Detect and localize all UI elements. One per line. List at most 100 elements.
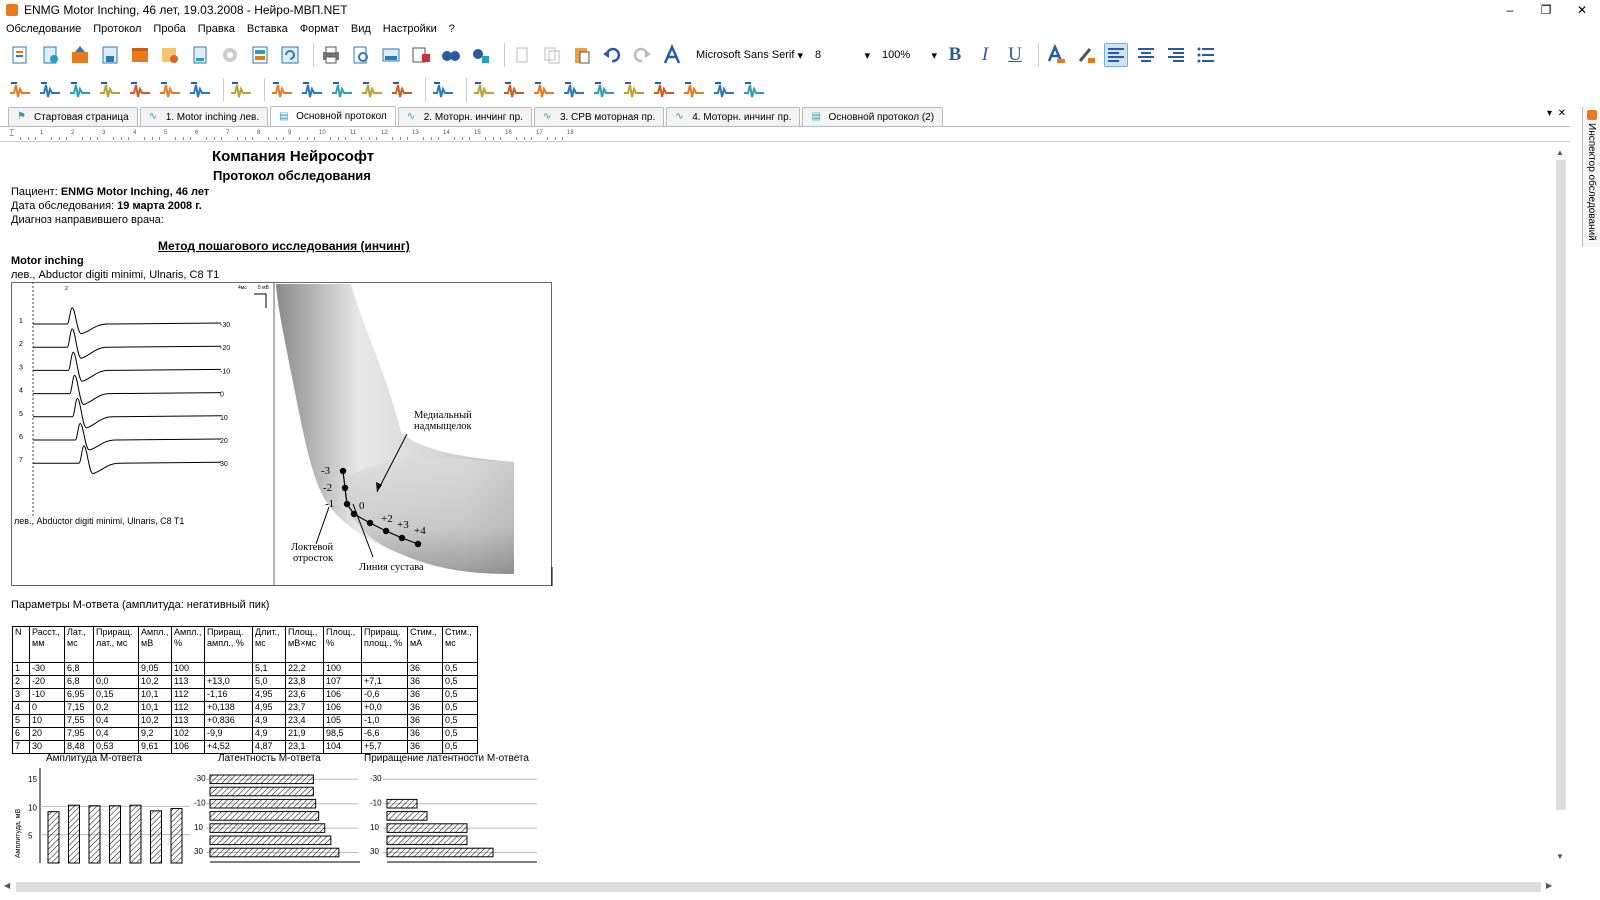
tab-ncv-motor-right[interactable]: ∿ 3. СРВ моторная пр.: [533, 107, 665, 126]
menu-format[interactable]: Формат: [294, 23, 345, 35]
scale-amp-label: 5 мВ: [258, 285, 270, 291]
archive-icon[interactable]: [128, 43, 152, 67]
m-wave-icon[interactable]: [8, 78, 32, 102]
mua-icon[interactable]: [682, 78, 706, 102]
s-response-icon[interactable]: [188, 78, 212, 102]
export-icon[interactable]: [158, 43, 182, 67]
tab-motor-inching-right[interactable]: ∿ 2. Моторн. инчинг пр.: [397, 107, 532, 126]
print-icon[interactable]: [319, 43, 343, 67]
replace-icon[interactable]: [469, 43, 493, 67]
tremor-icon[interactable]: [712, 78, 736, 102]
table-header-cell: Длит., мс: [252, 626, 286, 663]
tab-close-icon[interactable]: ✕: [1558, 108, 1566, 119]
vertical-scrollbar[interactable]: ▲ ▼: [1554, 148, 1568, 878]
wave-icon: ∿: [406, 111, 416, 122]
open-exam-icon[interactable]: [38, 43, 62, 67]
fast-forward-icon[interactable]: [742, 78, 766, 102]
inspector-panel[interactable]: Инспектор обследований: [1582, 107, 1600, 247]
menu-settings[interactable]: Настройки: [377, 23, 443, 35]
tab-motor-inching-left[interactable]: ∿ 1. Motor inching лев.: [139, 107, 269, 126]
m-response-icon[interactable]: [158, 78, 182, 102]
iv-icon[interactable]: [652, 78, 676, 102]
minimize-button[interactable]: –: [1492, 0, 1528, 19]
menu-view[interactable]: Вид: [345, 23, 377, 35]
blink-reflex-icon[interactable]: [431, 78, 455, 102]
find-icon[interactable]: [439, 43, 463, 67]
report-icon[interactable]: [248, 43, 272, 67]
table-cell: [204, 662, 253, 676]
m-probe-icon[interactable]: [98, 78, 122, 102]
menu-test[interactable]: Проба: [147, 23, 191, 35]
table-cell: [93, 662, 139, 676]
ruler-indent-icon[interactable]: ⌶: [9, 128, 14, 139]
highlight-icon[interactable]: [1074, 43, 1098, 67]
chart-y-tick: 30: [194, 847, 203, 856]
zoom-select[interactable]: 100% ▾: [882, 49, 937, 62]
motor-units-icon[interactable]: [562, 78, 586, 102]
import-icon[interactable]: [68, 43, 92, 67]
sensory-ncv-icon[interactable]: [330, 78, 354, 102]
inching-icon[interactable]: [270, 78, 294, 102]
save-icon[interactable]: [98, 43, 122, 67]
rhythmic-icon[interactable]: [229, 78, 253, 102]
print-preview-icon[interactable]: [349, 43, 373, 67]
ruler-tick: [112, 137, 114, 140]
refresh-icon[interactable]: [278, 43, 302, 67]
neuro-test-icon[interactable]: [532, 78, 556, 102]
f-wave-icon[interactable]: [68, 78, 92, 102]
horizontal-scroll-thumb[interactable]: [16, 882, 1541, 892]
align-right-button[interactable]: [1164, 43, 1188, 67]
font-size-select[interactable]: 8 ▾: [815, 49, 870, 62]
vertical-scroll-thumb[interactable]: [1556, 160, 1566, 810]
menu-insert[interactable]: Вставка: [241, 23, 294, 35]
bullet-list-button[interactable]: [1194, 43, 1218, 67]
table-cell: 106: [323, 688, 362, 702]
interference-icon[interactable]: [622, 78, 646, 102]
undo-icon[interactable]: [600, 43, 624, 67]
page-setup-icon[interactable]: [379, 43, 403, 67]
bold-button[interactable]: B: [943, 43, 967, 67]
menu-help[interactable]: ?: [443, 23, 461, 35]
print-setup-icon[interactable]: [188, 43, 212, 67]
scroll-left-icon[interactable]: ◀: [4, 881, 10, 890]
font-icon[interactable]: [660, 43, 684, 67]
menu-protocol[interactable]: Протокол: [87, 23, 147, 35]
copy-icon[interactable]: [540, 43, 564, 67]
scroll-up-icon[interactable]: ▲: [1556, 148, 1564, 157]
h-reflex-icon[interactable]: [128, 78, 152, 102]
latency-bar: [209, 811, 320, 821]
font-name-select[interactable]: Microsoft Sans Serif ▾: [696, 49, 803, 62]
paste-icon[interactable]: [570, 43, 594, 67]
rhythmic-stim-icon[interactable]: [502, 78, 526, 102]
rlm-icon[interactable]: [472, 78, 496, 102]
font-color-icon[interactable]: [1044, 43, 1068, 67]
close-button[interactable]: ✕: [1564, 0, 1600, 19]
scroll-right-icon[interactable]: ▶: [1546, 881, 1552, 890]
tab-start-page[interactable]: ⚑ Стартовая страница: [8, 107, 138, 126]
new-exam-icon[interactable]: [8, 43, 32, 67]
s-wave-icon[interactable]: [38, 78, 62, 102]
maximize-button[interactable]: ❐: [1528, 0, 1564, 19]
motor-ncv-icon[interactable]: [300, 78, 324, 102]
menu-edit[interactable]: Правка: [192, 23, 241, 35]
tab-list-icon[interactable]: ▾: [1547, 108, 1552, 119]
f-inching-icon[interactable]: [390, 78, 414, 102]
settings-icon[interactable]: [218, 43, 242, 67]
underline-button[interactable]: U: [1003, 43, 1027, 67]
horizontal-scrollbar[interactable]: ◀ ▶: [0, 880, 1568, 894]
table-cell: 36: [407, 727, 443, 741]
scroll-down-icon[interactable]: ▼: [1556, 852, 1564, 861]
redo-icon[interactable]: [630, 43, 654, 67]
tab-motor-inching-right-4[interactable]: ∿ 4. Моторн. инчинг пр.: [666, 107, 801, 126]
send-icon[interactable]: [409, 43, 433, 67]
menu-examination[interactable]: Обследование: [0, 23, 87, 35]
cut-icon[interactable]: [510, 43, 534, 67]
align-center-button[interactable]: [1134, 43, 1158, 67]
tab-main-protocol-2[interactable]: ▤ Основной протокол (2): [802, 107, 944, 126]
tab-main-protocol[interactable]: ▤ Основной протокол: [270, 106, 396, 126]
m-inching-icon[interactable]: [360, 78, 384, 102]
italic-button[interactable]: I: [973, 43, 997, 67]
emg-icon[interactable]: [592, 78, 616, 102]
table-cell: 0,5: [442, 701, 478, 715]
align-left-button[interactable]: [1104, 43, 1128, 67]
